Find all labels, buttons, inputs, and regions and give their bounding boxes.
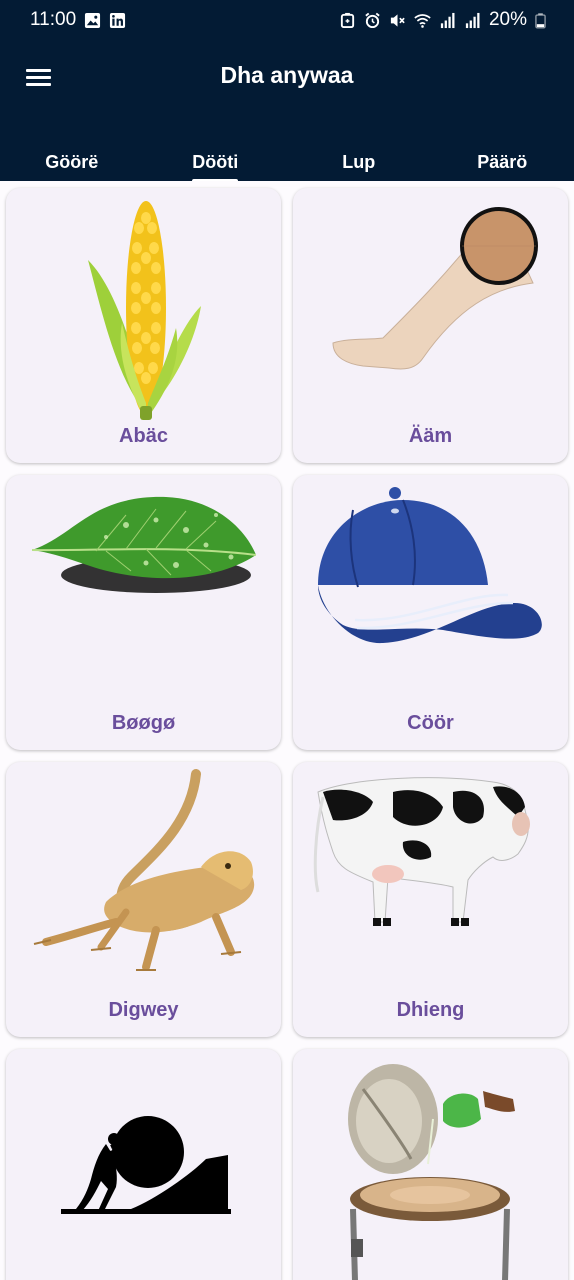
app-title: Dha anywaa — [220, 62, 354, 88]
battery-saver-icon — [340, 12, 355, 28]
battery-icon — [535, 12, 546, 29]
word-card-dhieng[interactable]: Dhieng — [293, 762, 568, 1037]
signal-icon-2 — [465, 12, 480, 28]
tab-paaro[interactable]: Päärö — [431, 152, 574, 181]
status-time: 11:00 — [30, 9, 77, 30]
tab-goore[interactable]: Göörë — [0, 152, 144, 181]
word-card-boogo[interactable]: Bøøgø — [6, 475, 281, 750]
wifi-icon — [414, 13, 431, 28]
tab-dooti[interactable]: Dööti — [144, 152, 288, 181]
tab-lup[interactable]: Lup — [287, 152, 431, 181]
word-label: Dhieng — [396, 999, 465, 1021]
leg-knee-image — [332, 207, 538, 370]
word-grid: Abäc Ääm Bøøgø Cöör Digwey Dhieng — [0, 181, 574, 1280]
lizard-image — [33, 769, 255, 971]
corn-image — [88, 201, 201, 420]
gallery-icon — [85, 12, 101, 28]
word-card-abac[interactable]: Abäc — [6, 188, 281, 463]
word-label: Abäc — [119, 425, 168, 447]
boulder-push-image — [61, 1116, 231, 1214]
word-label: Bøøgø — [111, 712, 176, 734]
alarm-icon — [365, 12, 380, 28]
mute-icon — [390, 13, 405, 27]
word-label: Cöör — [407, 712, 454, 734]
word-label: Digwey — [108, 999, 179, 1021]
battery-percent: 20% — [488, 9, 527, 30]
word-card-aam[interactable]: Ääm — [293, 188, 568, 463]
word-label: Ääm — [408, 425, 453, 447]
cap-image — [318, 487, 542, 644]
leaf-image — [31, 496, 257, 593]
word-card-coor[interactable]: Cöör — [293, 475, 568, 750]
griddle-image — [348, 1064, 515, 1280]
app-bar: Dha anywaa Göörë Dööti Lup Päärö — [0, 40, 574, 181]
word-card-digwey[interactable]: Digwey — [6, 762, 281, 1037]
word-card-7[interactable] — [6, 1049, 281, 1280]
word-card-8[interactable] — [293, 1049, 568, 1280]
tab-bar: Göörë Dööti Lup Päärö — [0, 152, 574, 181]
cow-image — [313, 777, 530, 926]
signal-icon — [440, 12, 455, 28]
status-bar: 11:00 20% — [0, 0, 574, 40]
linkedin-icon — [110, 12, 126, 28]
